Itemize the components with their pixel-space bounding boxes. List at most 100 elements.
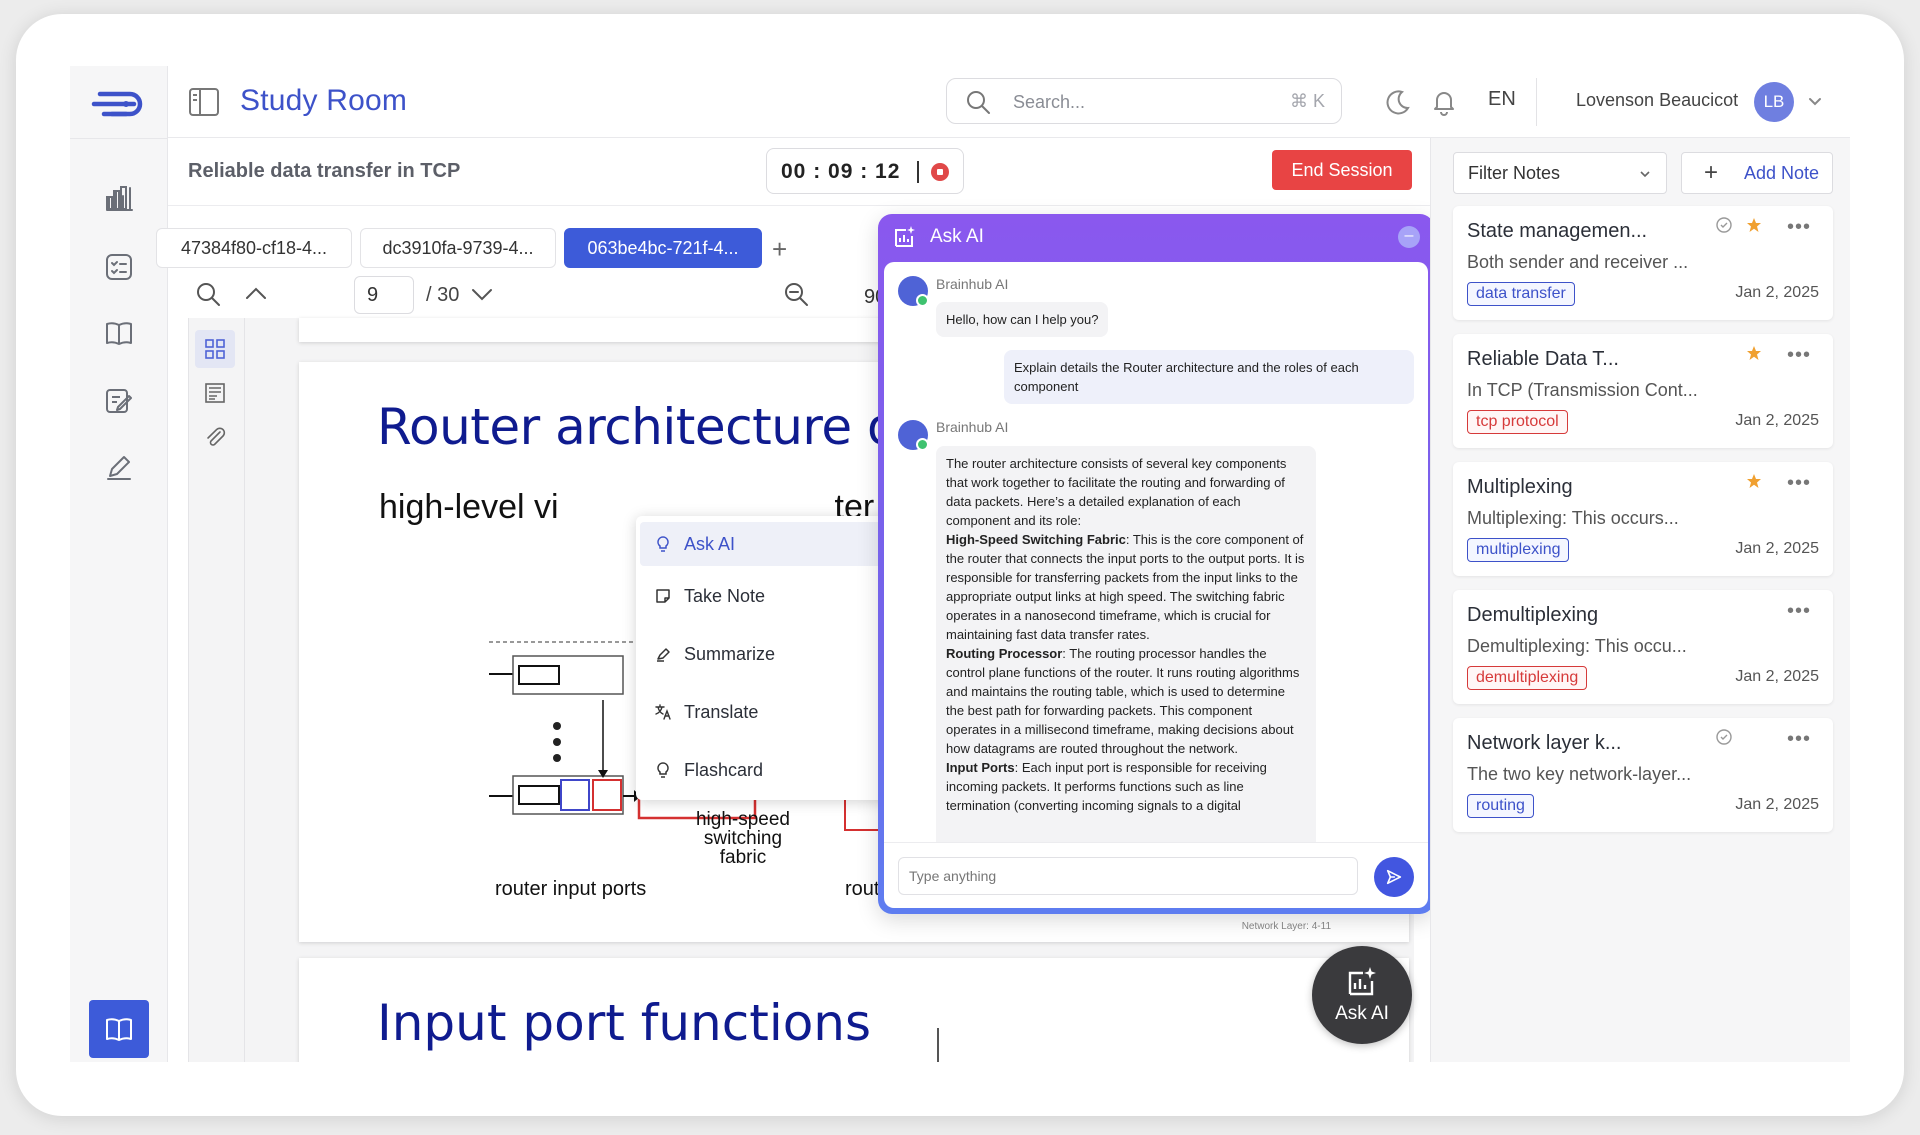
bell-icon[interactable] [1430, 88, 1458, 116]
slide-footer: Network Layer: 4-11 [1241, 921, 1331, 932]
chat-input-bar [884, 842, 1428, 908]
end-session-button[interactable]: End Session [1272, 150, 1412, 190]
bot-answer: The router architecture consists of seve… [936, 446, 1316, 842]
star-icon[interactable] [1745, 472, 1763, 490]
more-icon[interactable]: ••• [1787, 728, 1811, 751]
note-tag[interactable]: demultiplexing [1467, 666, 1588, 690]
answer-p2-head: Routing Processor [946, 646, 1063, 661]
check-circle-icon[interactable] [1715, 216, 1733, 234]
slide-subtitle-left: high-level vi [379, 488, 559, 526]
sidebar-toggle-icon[interactable] [188, 86, 220, 118]
bot-name: Brainhub AI [936, 419, 1009, 435]
rail-divider [70, 138, 168, 139]
menu-ask-ai[interactable]: Ask AI [640, 522, 908, 566]
note-card[interactable]: Reliable Data T... ••• In TCP (Transmiss… [1453, 334, 1833, 448]
ask-ai-panel: Ask AI – Brainhub AI Hello, how can I he… [878, 214, 1434, 914]
chevron-down-icon[interactable] [1806, 92, 1824, 110]
add-tab-button[interactable]: + [772, 234, 787, 265]
note-card[interactable]: State managemen... ••• Both sender and r… [1453, 206, 1833, 320]
menu-flashcard[interactable]: Flashcard [640, 748, 908, 792]
thumbnails-button[interactable] [195, 330, 235, 368]
attachments-button[interactable] [195, 418, 235, 456]
user-name[interactable]: Lovenson Beaucicot [1576, 90, 1738, 111]
note-icon [656, 589, 670, 603]
zoom-out-icon[interactable] [782, 280, 810, 308]
ai-sparkle-icon [895, 226, 915, 247]
rail-library[interactable] [100, 314, 138, 352]
rail-analytics[interactable] [100, 180, 138, 218]
moon-icon[interactable] [1384, 88, 1412, 116]
more-icon[interactable]: ••• [1787, 344, 1811, 367]
session-bar: Reliable data transfer in TCP 00 : 09 : … [168, 138, 1430, 206]
bot-name: Brainhub AI [936, 276, 1009, 292]
menu-ask-ai-label: Ask AI [684, 533, 736, 554]
note-tag[interactable]: multiplexing [1467, 538, 1570, 562]
minimize-button[interactable]: – [1398, 226, 1420, 248]
more-icon[interactable]: ••• [1787, 472, 1811, 495]
more-icon[interactable]: ••• [1787, 216, 1811, 239]
page-title: Study Room [240, 84, 408, 117]
bar-chart-icon [106, 186, 133, 211]
note-title: Reliable Data T... [1467, 348, 1619, 370]
search-icon[interactable] [194, 280, 222, 308]
chevron-down-icon[interactable] [468, 280, 496, 308]
ask-ai-floating-button[interactable]: Ask AI [1312, 946, 1412, 1044]
add-note-button[interactable]: + Add Note [1681, 152, 1833, 194]
header-divider [1536, 78, 1537, 126]
chat-history[interactable]: Brainhub AI Hello, how can I help you? E… [884, 262, 1428, 842]
page-number-input[interactable] [354, 276, 414, 314]
note-tag[interactable]: routing [1467, 794, 1534, 818]
note-date: Jan 2, 2025 [1735, 668, 1819, 685]
note-card[interactable]: Multiplexing ••• Multiplexing: This occu… [1453, 462, 1833, 576]
note-tag[interactable]: tcp protocol [1467, 410, 1568, 434]
search-input[interactable] [1013, 87, 1243, 117]
add-note-label: Add Note [1744, 162, 1820, 183]
ask-ai-fab-label: Ask AI [1335, 1003, 1389, 1024]
top-header: Study Room ⌘ K EN Lovenson Beaucicot LB [168, 66, 1850, 138]
search-icon [967, 91, 990, 114]
menu-summarize[interactable]: Summarize [640, 632, 908, 676]
ai-sparkle-icon [1348, 967, 1376, 996]
note-preview: Multiplexing: This occurs... [1467, 508, 1679, 528]
note-tag[interactable]: data transfer [1467, 282, 1575, 306]
book-icon [106, 322, 132, 345]
answer-p3-head: Input Ports [946, 760, 1015, 775]
check-circle-icon[interactable] [1715, 728, 1733, 746]
ask-ai-title: Ask AI [930, 226, 984, 247]
send-button[interactable] [1374, 857, 1414, 897]
page-total: / 30 [426, 284, 460, 306]
answer-intro: The router architecture consists of seve… [946, 456, 1287, 528]
rail-notes[interactable] [100, 382, 138, 420]
left-rail [70, 66, 168, 1062]
grid-icon [205, 339, 225, 359]
menu-take-note[interactable]: Take Note [640, 574, 908, 618]
search-box[interactable]: ⌘ K [946, 78, 1342, 124]
doc-tab-2[interactable]: dc3910fa-9739-4... [360, 228, 556, 268]
doc-tab-1[interactable]: 47384f80-cf18-4... [156, 228, 352, 268]
outline-button[interactable] [195, 374, 235, 412]
menu-translate[interactable]: Translate [640, 690, 908, 734]
note-card[interactable]: Demultiplexing ••• Demultiplexing: This … [1453, 590, 1833, 704]
answer-p1-head: High-Speed Switching Fabric [946, 532, 1126, 547]
filter-notes-select[interactable]: Filter Notes [1453, 152, 1667, 194]
chevron-up-icon[interactable] [242, 280, 270, 308]
rail-tasks[interactable] [100, 248, 138, 286]
doc-tab-3[interactable]: 063be4bc-721f-4... [564, 228, 762, 268]
star-icon[interactable] [1745, 344, 1763, 362]
ask-ai-header: Ask AI – [878, 214, 1434, 262]
send-icon [1386, 869, 1402, 885]
rail-study-room-button[interactable] [89, 1000, 149, 1058]
open-book-icon [106, 1018, 132, 1041]
menu-summarize-label: Summarize [684, 643, 776, 664]
avatar[interactable]: LB [1754, 82, 1794, 122]
session-timer: 00 : 09 : 12 [766, 148, 964, 194]
star-icon[interactable] [1745, 216, 1763, 234]
chat-input[interactable] [898, 857, 1358, 895]
stop-record-icon[interactable] [931, 163, 949, 181]
rail-write[interactable] [100, 448, 138, 486]
more-icon[interactable]: ••• [1787, 600, 1811, 623]
brainhub-logo-icon[interactable] [90, 84, 148, 124]
language-switcher[interactable]: EN [1488, 88, 1516, 111]
note-card[interactable]: Network layer k... ••• The two key netwo… [1453, 718, 1833, 832]
note-preview: The two key network-layer... [1467, 764, 1692, 784]
